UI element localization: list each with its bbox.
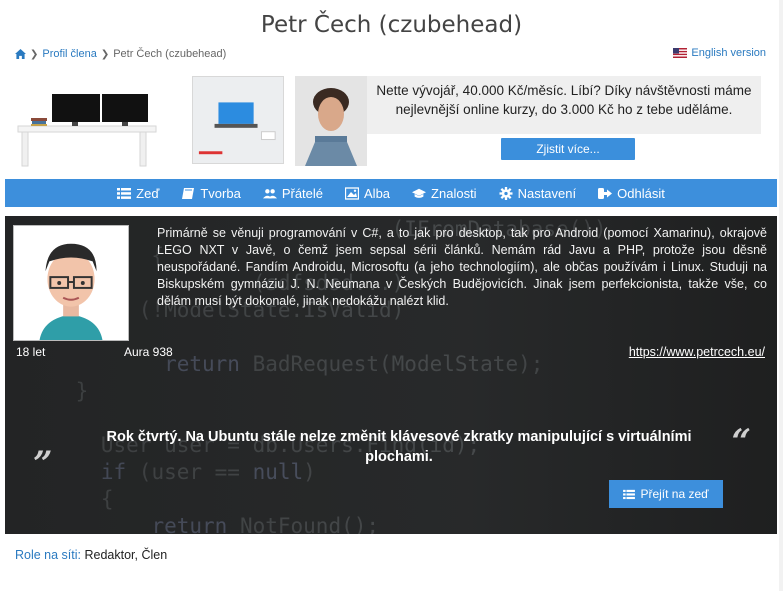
home-icon[interactable] bbox=[15, 49, 26, 59]
list-icon bbox=[117, 187, 132, 199]
scrollbar-track[interactable] bbox=[779, 0, 783, 591]
quote-open-icon: “ bbox=[731, 422, 751, 462]
us-flag-icon bbox=[673, 48, 688, 58]
book-icon bbox=[182, 187, 195, 199]
aura-label: Aura 938 bbox=[124, 345, 173, 359]
users-icon bbox=[262, 188, 277, 198]
nav-item-settings[interactable]: Nastavení bbox=[488, 179, 588, 207]
nav-label: Znalosti bbox=[431, 185, 477, 201]
nav-label: Odhlásit bbox=[617, 185, 665, 201]
chevron-right-icon: ❯ bbox=[100, 48, 110, 60]
breadcrumb-link-profil[interactable]: Profil člena bbox=[42, 48, 96, 60]
age-label: 18 let bbox=[16, 345, 46, 359]
learn-more-button[interactable]: Zjistit více... bbox=[501, 138, 635, 160]
nav-item-knowledge[interactable]: Znalosti bbox=[401, 179, 488, 207]
breadcrumb-current: Petr Čech (czubehead) bbox=[113, 48, 227, 60]
ad-banner: Nette vývojář, 40.000 Kč/měsíc. Líbí? Dí… bbox=[16, 74, 764, 168]
chevron-right-icon: ❯ bbox=[30, 48, 39, 60]
ad-text: Nette vývojář, 40.000 Kč/měsíc. Líbí? Dí… bbox=[367, 76, 761, 134]
roles-line: Role na síti: Redaktor, Člen bbox=[15, 548, 167, 562]
sign-out-icon bbox=[598, 187, 613, 199]
whiteboard-illustration bbox=[192, 76, 284, 164]
quote-close-icon: ” bbox=[33, 444, 53, 484]
avatar bbox=[13, 225, 129, 341]
profile-nav: Zeď Tvorba Přátelé Alba Znalosti Nastave… bbox=[5, 179, 777, 207]
list-icon bbox=[623, 489, 636, 499]
nav-label: Nastavení bbox=[517, 185, 577, 201]
go-to-wall-label: Přejít na zeď bbox=[640, 487, 709, 501]
breadcrumb: ❯ Profil člena ❯ Petr Čech (czubehead) bbox=[15, 48, 226, 60]
go-to-wall-button[interactable]: Přejít na zeď bbox=[609, 480, 723, 508]
english-version-link[interactable]: English version bbox=[673, 47, 766, 59]
nav-label: Tvorba bbox=[200, 185, 241, 201]
desk-illustration bbox=[17, 94, 157, 167]
nav-label: Alba bbox=[364, 185, 391, 201]
english-version-label: English version bbox=[691, 47, 766, 59]
nav-item-logout[interactable]: Odhlásit bbox=[587, 179, 676, 207]
developer-photo bbox=[295, 76, 367, 166]
website-link[interactable]: https://www.petrcech.eu/ bbox=[629, 345, 765, 359]
nav-item-wall[interactable]: Zeď bbox=[106, 179, 170, 207]
profile-bio: Primárně se věnuji programování v C#, a … bbox=[157, 226, 767, 308]
graduation-cap-icon bbox=[412, 188, 427, 198]
nav-item-friends[interactable]: Přátelé bbox=[252, 179, 334, 207]
gear-icon bbox=[499, 186, 513, 200]
nav-label: Zeď bbox=[136, 185, 160, 201]
nav-item-creations[interactable]: Tvorba bbox=[170, 179, 251, 207]
image-icon bbox=[345, 186, 360, 200]
roles-label: Role na síti: bbox=[15, 548, 82, 562]
nav-label: Přátelé bbox=[281, 185, 324, 201]
page-title: Petr Čech (czubehead) bbox=[260, 12, 523, 38]
status-quote: Rok čtvrtý. Na Ubuntu stále nelze změnit… bbox=[106, 429, 692, 465]
profile-card: (IFromDatabase()) { ... (sdfsdsd...) (!M… bbox=[5, 216, 777, 534]
nav-item-albums[interactable]: Alba bbox=[334, 179, 401, 207]
roles-value: Redaktor, Člen bbox=[84, 548, 168, 562]
